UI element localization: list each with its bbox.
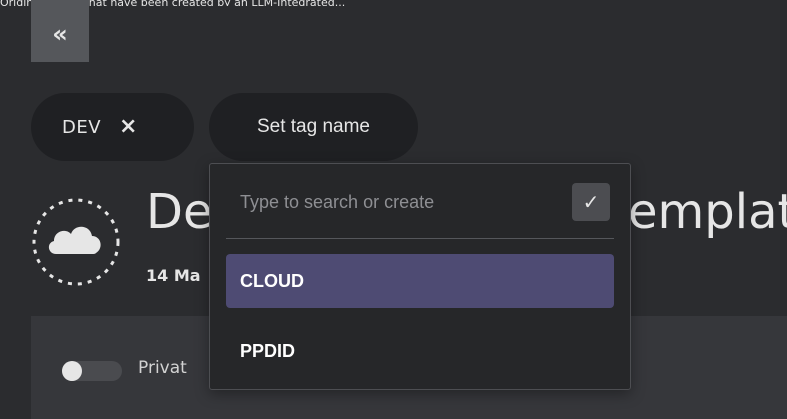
tag-dropdown: ✓ CLOUD PPDID bbox=[209, 163, 631, 390]
toggle-knob bbox=[62, 361, 82, 381]
check-icon: ✓ bbox=[582, 190, 600, 214]
page-title-continued: emplat bbox=[628, 184, 787, 240]
tag-option-label: PPDID bbox=[240, 340, 296, 361]
tag-label: DEV bbox=[62, 116, 102, 138]
page: Original Image that have been created by… bbox=[0, 0, 787, 419]
tag-option-cloud[interactable]: CLOUD bbox=[226, 254, 614, 308]
set-tag-label: Set tag name bbox=[256, 116, 371, 137]
page-subtitle: 14 Ma bbox=[146, 266, 201, 285]
private-label: Privat bbox=[138, 358, 187, 378]
cloud-icon bbox=[32, 198, 120, 286]
tag-search-input[interactable] bbox=[240, 184, 540, 220]
tag-option-label: CLOUD bbox=[240, 270, 304, 291]
tag-option-ppdid[interactable]: PPDID bbox=[226, 324, 614, 378]
set-tag-name-button[interactable]: Set tag name bbox=[209, 93, 418, 161]
collapse-sidebar-button[interactable]: « bbox=[31, 0, 89, 62]
caption-text: Original Image that have been created by… bbox=[0, 0, 787, 6]
divider bbox=[226, 238, 614, 239]
close-icon[interactable]: × bbox=[119, 116, 138, 138]
page-title: De bbox=[146, 184, 213, 240]
private-toggle[interactable] bbox=[62, 361, 122, 381]
confirm-button[interactable]: ✓ bbox=[572, 183, 610, 221]
tag-chip-dev: DEV × bbox=[31, 93, 194, 161]
double-chevron-left-icon: « bbox=[52, 20, 68, 48]
